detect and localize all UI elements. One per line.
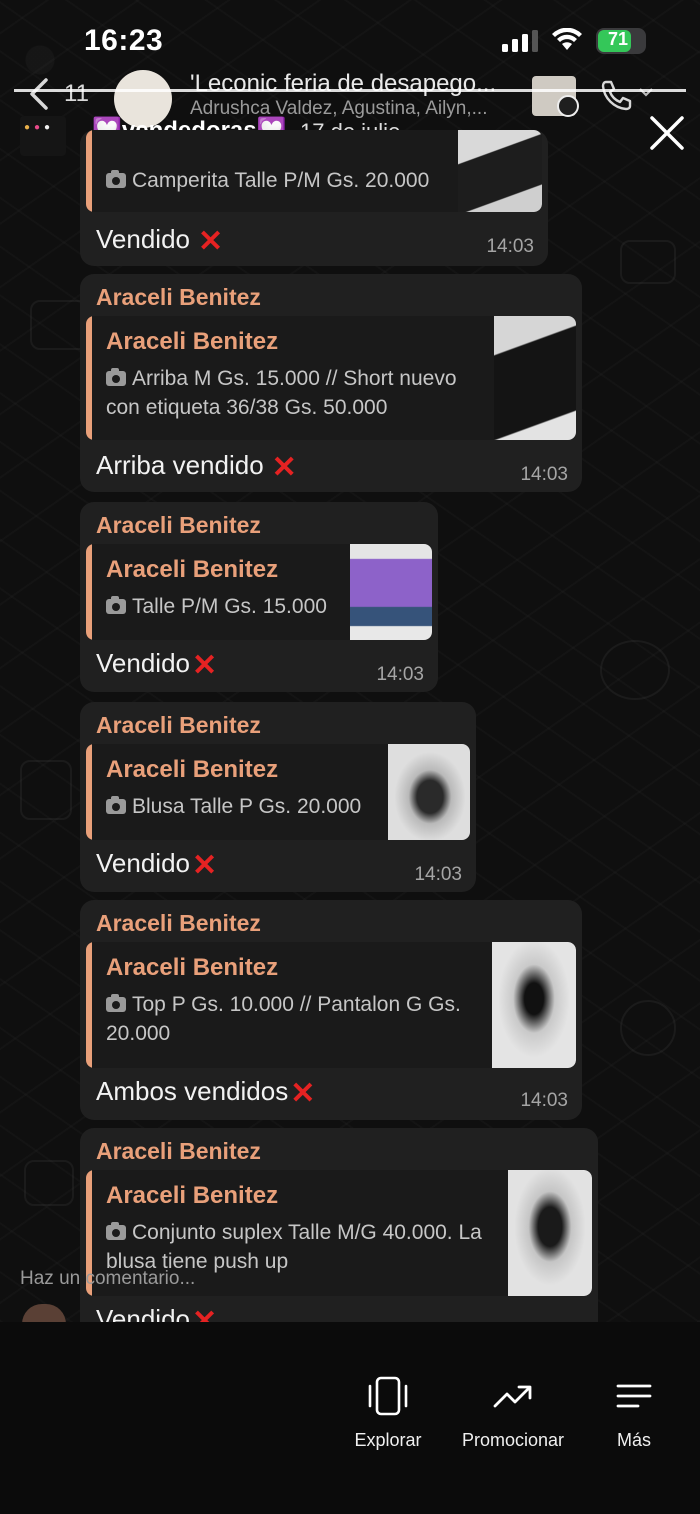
- quoted-sender: Araceli Benitez: [106, 556, 279, 583]
- quoted-message[interactable]: Araceli Benitez Blusa Talle P Gs. 20.000: [86, 744, 470, 840]
- wallpaper-doodle: [600, 640, 670, 700]
- cross-mark-icon: ✕: [191, 1305, 218, 1323]
- wallpaper-doodle: [20, 760, 72, 820]
- wallpaper-doodle: [620, 1000, 676, 1056]
- sender-name: Araceli Benitez: [96, 284, 261, 310]
- close-icon[interactable]: [648, 114, 686, 152]
- chevron-down-icon: [557, 95, 579, 117]
- promote-label: Promocionar: [461, 1430, 565, 1450]
- quoted-sender: Araceli Benitez: [106, 1182, 279, 1209]
- message-text: Vendido✕: [96, 648, 218, 682]
- more-icon: [616, 1384, 652, 1408]
- product-photo[interactable]: [388, 744, 470, 840]
- quoted-message[interactable]: Araceli Benitez Arriba M Gs. 15.000 // S…: [86, 316, 576, 440]
- product-photo[interactable]: [494, 316, 576, 440]
- explore-button[interactable]: Explorar: [344, 1374, 432, 1451]
- message-time: 14:03: [520, 464, 568, 485]
- message-bubble: Araceli Benitez Araceli Benitez Conjunto…: [80, 1128, 598, 1322]
- progress-line: [14, 89, 686, 92]
- wifi-icon: [552, 28, 582, 50]
- message-bubble: Araceli Benitez Araceli Benitez Talle P/…: [80, 502, 438, 692]
- promote-icon: [493, 1385, 532, 1408]
- quoted-message-text: Talle P/M Gs. 15.000: [106, 592, 327, 621]
- quoted-message-text: Arriba M Gs. 15.000 // Short nuevo con et…: [106, 367, 457, 419]
- message-bubble: Araceli Benitez Araceli Benitez Blusa Ta…: [80, 702, 476, 892]
- message-bubble: Araceli Benitez Araceli Benitez Top P Gs…: [80, 900, 582, 1120]
- quoted-message-text: Blusa Talle P Gs. 20.000: [106, 792, 361, 821]
- chevron-down-icon[interactable]: [638, 84, 654, 100]
- wallpaper-doodle: [24, 1160, 74, 1206]
- quoted-message[interactable]: Araceli Benitez Talle P/M Gs. 15.000: [86, 544, 432, 640]
- cross-mark-icon: ✕: [271, 451, 297, 484]
- more-button[interactable]: Más: [600, 1374, 668, 1451]
- camera-icon: [106, 368, 126, 386]
- camera-icon: [106, 596, 126, 614]
- poster-avatar: ● ● ●: [20, 116, 66, 156]
- message-text: Arriba vendido ✕: [96, 450, 297, 484]
- product-photo[interactable]: [350, 544, 432, 640]
- message-time: 14:03: [414, 864, 462, 885]
- message-text: Ambos vendidos✕: [96, 1076, 316, 1110]
- cross-mark-icon: ✕: [290, 1077, 316, 1110]
- quoted-message-text: Camperita Talle P/M Gs. 20.000: [106, 166, 429, 195]
- wallpaper-doodle: [620, 240, 676, 284]
- cross-mark-icon: ✕: [197, 225, 224, 258]
- quoted-sender: Araceli Benitez: [106, 328, 279, 355]
- back-icon[interactable]: [26, 76, 54, 112]
- group-title[interactable]: 'Leconic feria de desapego...: [190, 70, 506, 98]
- cellular-signal-icon: [502, 30, 538, 52]
- sender-name: Araceli Benitez: [96, 910, 261, 936]
- quoted-message-text: Top P Gs. 10.000 // Pantalon G Gs. 20.000: [106, 993, 461, 1045]
- camera-icon: [106, 170, 126, 188]
- sender-name: Araceli Benitez: [96, 712, 261, 738]
- camera-icon: [106, 994, 126, 1012]
- bottom-action-bar: Explorar Promocionar Más: [0, 1322, 700, 1514]
- battery-indicator: 71: [596, 28, 646, 54]
- message-time: 14:03: [486, 236, 534, 257]
- unread-count[interactable]: 11: [64, 80, 89, 108]
- quoted-sender: Araceli Benitez: [106, 756, 279, 783]
- explore-icon: [368, 1376, 408, 1416]
- comment-input[interactable]: Haz un comentario...: [20, 1268, 195, 1290]
- status-time: 16:23: [84, 24, 164, 57]
- message-time: 14:03: [376, 664, 424, 685]
- cross-mark-icon: ✕: [191, 649, 218, 682]
- product-photo[interactable]: [458, 130, 542, 212]
- product-photo[interactable]: [508, 1170, 592, 1296]
- message-bubble: Araceli Benitez Araceli Benitez Arriba M…: [80, 274, 582, 492]
- call-icon[interactable]: [600, 78, 634, 112]
- more-label: Más: [616, 1430, 651, 1450]
- message-text: Vendido✕: [96, 1304, 217, 1322]
- explore-label: Explorar: [354, 1430, 422, 1450]
- message-time: 14:03: [520, 1090, 568, 1111]
- camera-icon: [106, 796, 126, 814]
- message-text: Vendido✕: [96, 224, 224, 258]
- promote-button[interactable]: Promocionar: [454, 1374, 572, 1451]
- quoted-message[interactable]: Araceli Benitez Top P Gs. 10.000 // Pant…: [86, 942, 576, 1068]
- sender-name: Araceli Benitez: [96, 1138, 261, 1164]
- sender-name: Araceli Benitez: [96, 512, 261, 538]
- camera-icon: [106, 1222, 126, 1240]
- quoted-message[interactable]: Camperita Talle P/M Gs. 20.000: [86, 130, 542, 212]
- message-bubble: Camperita Talle P/M Gs. 20.000 Vendido ✕ …: [80, 130, 548, 266]
- battery-level: 71: [607, 29, 629, 49]
- cross-mark-icon: ✕: [191, 849, 218, 882]
- quoted-sender: Araceli Benitez: [106, 954, 279, 981]
- message-text: Vendido✕: [96, 848, 218, 882]
- product-photo[interactable]: [492, 942, 576, 1068]
